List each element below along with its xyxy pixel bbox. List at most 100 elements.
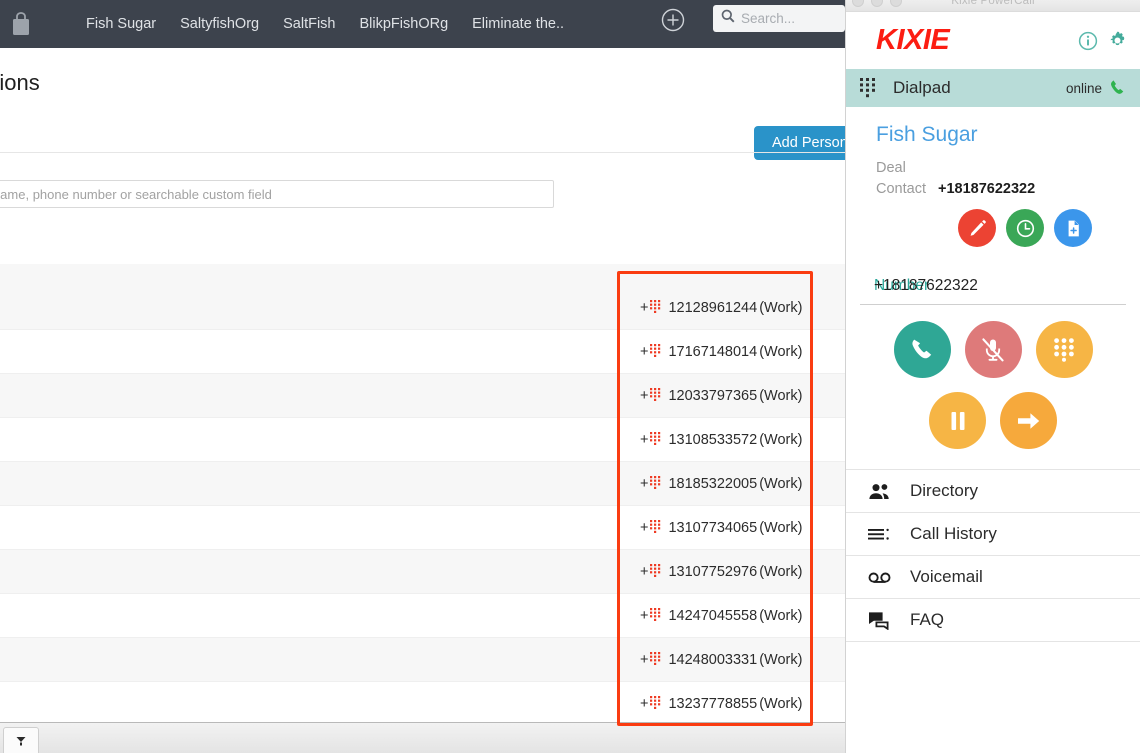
organizations-table: + 12128961244 (Work) +: [0, 264, 845, 726]
table-head-spacer: [0, 264, 845, 286]
people-icon: [868, 483, 910, 500]
table-row[interactable]: + 13108533572 (Work): [0, 418, 845, 462]
mic-muted-icon: [980, 337, 1006, 363]
phone-cell[interactable]: + 13237778855 (Work): [622, 682, 845, 726]
menu-item-directory[interactable]: Directory: [846, 470, 1140, 513]
call-button[interactable]: [894, 321, 951, 378]
table-row[interactable]: + 14248003331 (Work): [0, 638, 845, 682]
phone-number: 13237778855: [668, 696, 757, 712]
call-history-button[interactable]: [1006, 209, 1044, 247]
phone-plus-prefix: +: [640, 696, 648, 712]
dial-number-value: +18187622322: [874, 277, 978, 295]
dial-number-field[interactable]: Number +18187622322: [860, 273, 1126, 305]
add-person-button[interactable]: Add Person: [754, 126, 845, 160]
call-controls: [846, 305, 1140, 469]
keypad-button[interactable]: [1036, 321, 1093, 378]
dialpad-grid-icon: [1054, 338, 1074, 362]
mute-button[interactable]: [965, 321, 1022, 378]
menu-tail-spacer: [846, 642, 1140, 712]
dialpad-header-bar[interactable]: Dialpad online: [846, 69, 1140, 107]
table-row[interactable]: + 14247045558 (Work): [0, 594, 845, 638]
nav-item-eliminate[interactable]: Eliminate the..: [460, 10, 576, 38]
phone-number: 14247045558: [668, 608, 757, 624]
nav-item-fish-sugar[interactable]: Fish Sugar: [74, 10, 168, 38]
nav-item-saltyfishorg[interactable]: SaltyfishOrg: [168, 10, 271, 38]
info-circle-icon[interactable]: [1078, 31, 1098, 51]
dialpad-icon[interactable]: [650, 696, 661, 713]
plus-circle-icon[interactable]: [660, 7, 686, 33]
table-row[interactable]: + 13107752976 (Work): [0, 550, 845, 594]
menu-item-label: FAQ: [910, 610, 944, 630]
nav-item-blikpfishorg[interactable]: BlikpFishORg: [348, 10, 461, 38]
dialpad-icon[interactable]: [650, 432, 661, 449]
phone-icon: [909, 337, 935, 363]
menu-item-voicemail[interactable]: Voicemail: [846, 556, 1140, 599]
dialpad-icon[interactable]: [650, 300, 661, 317]
crm-window: Fish Sugar SaltyfishOrg SaltFish BlikpFi…: [0, 0, 845, 753]
gear-icon[interactable]: [1107, 30, 1128, 51]
download-chip-icon[interactable]: [3, 727, 39, 753]
contact-panel: Fish Sugar Deal Contact +18187622322: [846, 107, 1140, 247]
file-plus-icon: [1064, 219, 1083, 238]
table-row[interactable]: + 12128961244 (Work): [0, 286, 845, 330]
pencil-icon: [968, 219, 987, 238]
table-row[interactable]: + 13107734065 (Work): [0, 506, 845, 550]
window-titlebar: Kixie PowerCall: [846, 0, 1140, 12]
nav-item-saltfish[interactable]: SaltFish: [271, 10, 347, 38]
phone-cell[interactable]: + 12033797365 (Work): [622, 374, 845, 418]
organization-search-input[interactable]: [0, 180, 554, 208]
phone-cell[interactable]: + 13107734065 (Work): [622, 506, 845, 550]
phone-type: (Work): [759, 344, 802, 360]
contact-name-link[interactable]: Fish Sugar: [876, 123, 1110, 147]
arrow-right-icon: [1016, 410, 1041, 432]
phone-number: 13107752976: [668, 564, 757, 580]
dialpad-icon[interactable]: [650, 344, 661, 361]
phone-cell[interactable]: + 14247045558 (Work): [622, 594, 845, 638]
crm-search-box[interactable]: [713, 5, 845, 32]
phone-plus-prefix: +: [640, 608, 648, 624]
transfer-button[interactable]: [1000, 392, 1057, 449]
phone-cell[interactable]: + 18185322005 (Work): [622, 462, 845, 506]
table-row[interactable]: + 17167148014 (Work): [0, 330, 845, 374]
phone-cell[interactable]: + 13107752976 (Work): [622, 550, 845, 594]
phone-plus-prefix: +: [640, 476, 648, 492]
dialpad-icon[interactable]: [650, 476, 661, 493]
menu-item-faq[interactable]: FAQ: [846, 599, 1140, 642]
phone-type: (Work): [759, 300, 802, 316]
phone-type: (Work): [759, 520, 802, 536]
window-title: Kixie PowerCall: [846, 0, 1140, 7]
phone-cell[interactable]: + 12128961244 (Work): [622, 286, 845, 330]
table-row[interactable]: + 13237778855 (Work): [0, 682, 845, 726]
dialpad-icon[interactable]: [650, 520, 661, 537]
table-row[interactable]: + 12033797365 (Work): [0, 374, 845, 418]
phone-number: 13108533572: [668, 432, 757, 448]
dialpad-icon[interactable]: [650, 608, 661, 625]
dialpad-label: Dialpad: [893, 78, 1066, 98]
contact-row: Contact +18187622322: [876, 179, 1110, 200]
phone-number: 12033797365: [668, 388, 757, 404]
phone-type: (Work): [759, 564, 802, 580]
phone-cell[interactable]: + 13108533572 (Work): [622, 418, 845, 462]
phone-plus-prefix: +: [640, 388, 648, 404]
deal-label: Deal: [876, 158, 938, 179]
add-note-button[interactable]: [1054, 209, 1092, 247]
menu-item-call-history[interactable]: Call History: [846, 513, 1140, 556]
crm-page-header: Organizations Add Person: [0, 48, 845, 144]
phone-number: 17167148014: [668, 344, 757, 360]
chat-bubble-icon: [868, 611, 910, 630]
dialpad-icon[interactable]: [650, 564, 661, 581]
dialpad-icon[interactable]: [650, 388, 661, 405]
phone-number: 18185322005: [668, 476, 757, 492]
voicemail-icon: [868, 570, 910, 584]
phone-cell[interactable]: + 14248003331 (Work): [622, 638, 845, 682]
table-row[interactable]: + 18185322005 (Work): [0, 462, 845, 506]
phone-plus-prefix: +: [640, 432, 648, 448]
dialpad-icon[interactable]: [650, 652, 661, 669]
phone-number: 12128961244: [668, 300, 757, 316]
phone-cell[interactable]: + 17167148014 (Work): [622, 330, 845, 374]
edit-contact-button[interactable]: [958, 209, 996, 247]
clock-icon: [1015, 218, 1036, 239]
crm-search-input[interactable]: [741, 11, 841, 26]
hold-button[interactable]: [929, 392, 986, 449]
phone-number: 13107734065: [668, 520, 757, 536]
